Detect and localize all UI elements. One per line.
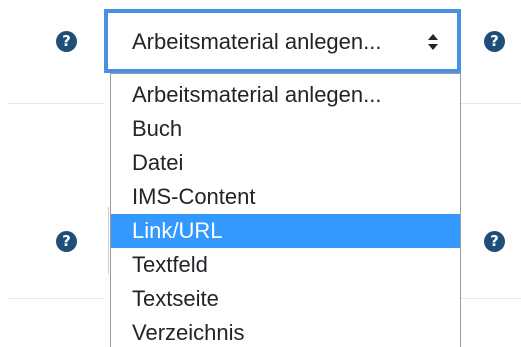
select-value: Arbeitsmaterial anlegen...: [132, 29, 382, 54]
question-circle-icon[interactable]: ?: [484, 231, 505, 252]
option-verzeichnis[interactable]: Verzeichnis: [111, 316, 460, 347]
option-textseite[interactable]: Textseite: [111, 282, 460, 316]
question-circle-icon[interactable]: ?: [56, 231, 77, 252]
row-divider: [461, 298, 521, 299]
row-divider: [8, 298, 104, 299]
option-link-url[interactable]: Link/URL: [111, 214, 460, 248]
option-datei[interactable]: Datei: [111, 146, 460, 180]
row-divider: [8, 103, 104, 104]
option-arbeitsmaterial-anlegen[interactable]: Arbeitsmaterial anlegen...: [111, 78, 460, 112]
stage: ? ? ? ? Arbeitsmaterial anlegen... Arbei…: [0, 0, 521, 347]
question-circle-icon[interactable]: ?: [56, 31, 77, 52]
sort-caret-icon: [428, 34, 438, 50]
row-divider: [461, 103, 521, 104]
option-ims-content[interactable]: IMS-Content: [111, 180, 460, 214]
option-buch[interactable]: Buch: [111, 112, 460, 146]
material-type-select[interactable]: Arbeitsmaterial anlegen...: [104, 9, 461, 73]
select-dropdown-list: Arbeitsmaterial anlegen... Buch Datei IM…: [110, 73, 461, 347]
question-circle-icon[interactable]: ?: [484, 31, 505, 52]
option-textfeld[interactable]: Textfeld: [111, 248, 460, 282]
